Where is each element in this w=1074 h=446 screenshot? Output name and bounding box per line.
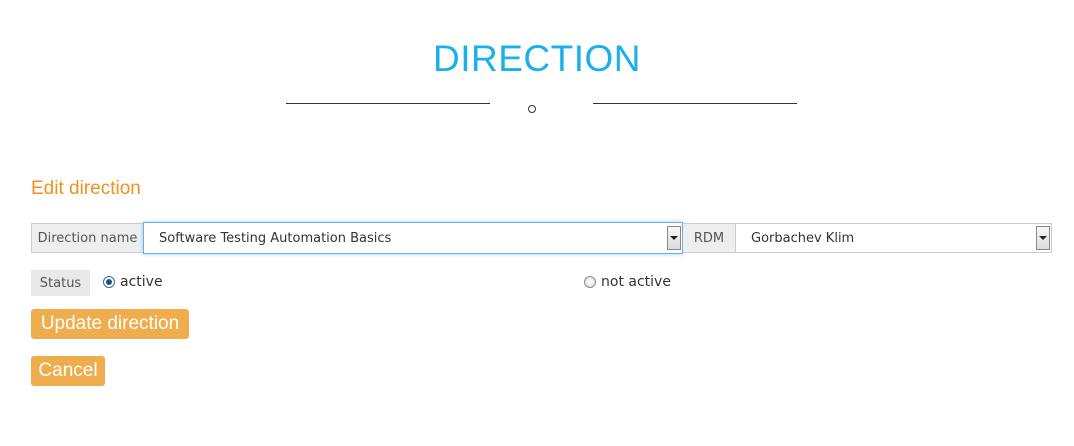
status-not-active-label[interactable]: not active (601, 274, 671, 290)
title-divider-right (593, 103, 797, 104)
direction-name-value: Software Testing Automation Basics (159, 230, 392, 246)
edit-direction-page: DIRECTION Edit direction Direction name … (0, 0, 1074, 446)
page-title: DIRECTION (433, 38, 641, 79)
status-active-radio[interactable] (103, 276, 115, 288)
title-divider-left (286, 103, 490, 104)
circle-icon (528, 105, 536, 113)
direction-name-select[interactable]: Software Testing Automation Basics (143, 222, 683, 254)
chevron-down-icon[interactable] (1036, 226, 1050, 250)
cancel-button[interactable]: Cancel (31, 356, 105, 386)
chevron-down-icon[interactable] (667, 226, 681, 250)
form-heading: Edit direction (31, 178, 141, 199)
direction-name-label: Direction name (31, 223, 143, 253)
rdm-value: Gorbachev Klim (751, 230, 855, 246)
rdm-label: RDM (683, 223, 735, 253)
rdm-select[interactable]: Gorbachev Klim (735, 223, 1052, 253)
update-direction-button[interactable]: Update direction (31, 309, 189, 339)
status-active-label[interactable]: active (120, 274, 163, 290)
status-not-active-radio[interactable] (584, 276, 596, 288)
status-label: Status (31, 270, 90, 296)
